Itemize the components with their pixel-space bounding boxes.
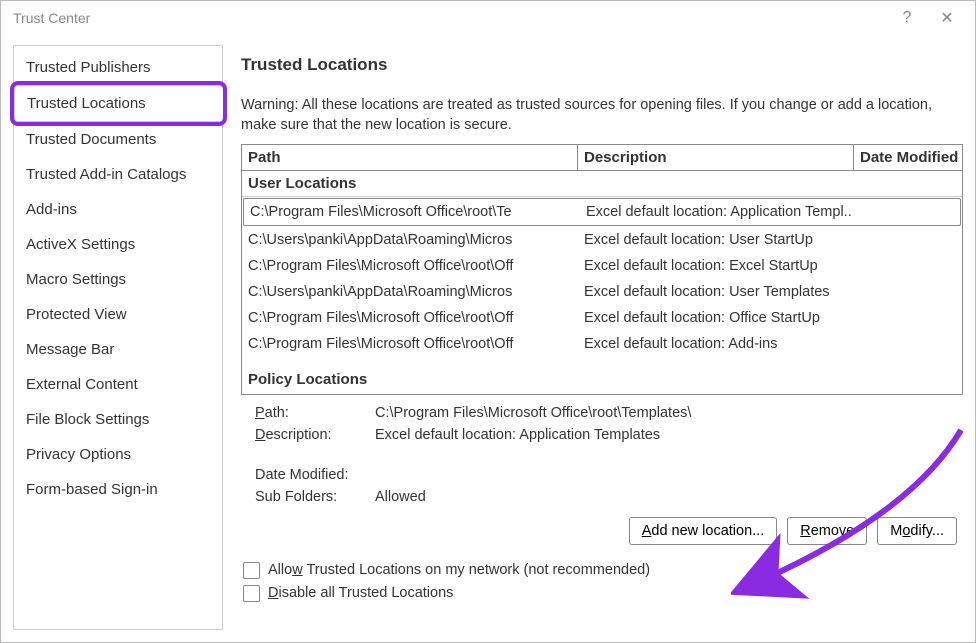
- content-pane: Trusted Locations Warning: All these loc…: [241, 45, 963, 630]
- detail-desc-label: Description:: [255, 427, 375, 443]
- col-header-path[interactable]: Path: [242, 145, 578, 170]
- checkbox-icon[interactable]: [243, 585, 260, 602]
- allow-network-label: Allow Trusted Locations on my network (n…: [268, 562, 650, 578]
- remove-button[interactable]: Remove: [787, 517, 867, 545]
- sidebar-item-message-bar[interactable]: Message Bar: [14, 332, 222, 367]
- table-row[interactable]: C:\Program Files\Microsoft Office\root\O…: [242, 305, 962, 331]
- table-header: Path Description Date Modified: [242, 145, 962, 171]
- disable-all-label: Disable all Trusted Locations: [268, 585, 453, 601]
- detail-path-label: Path:: [255, 405, 375, 421]
- cell-desc: Excel default location: User Templates: [578, 279, 854, 305]
- cell-path: C:\Program Files\Microsoft Office\root\T…: [244, 199, 580, 225]
- sidebar-item-protected-view[interactable]: Protected View: [14, 297, 222, 332]
- table-row[interactable]: C:\Users\panki\AppData\Roaming\Micros Ex…: [242, 279, 962, 305]
- table-row[interactable]: C:\Program Files\Microsoft Office\root\O…: [242, 253, 962, 279]
- cell-path: C:\Users\panki\AppData\Roaming\Micros: [242, 279, 578, 305]
- cell-path: C:\Users\panki\AppData\Roaming\Micros: [242, 227, 578, 253]
- sidebar: Trusted Publishers Trusted Locations Tru…: [13, 45, 223, 630]
- cell-desc: Excel default location: Office StartUp: [578, 305, 854, 331]
- titlebar: Trust Center ? ✕: [1, 1, 975, 35]
- cell-date: [854, 305, 962, 331]
- sidebar-item-form-based-signin[interactable]: Form-based Sign-in: [14, 472, 222, 507]
- detail-subfolders-label: Sub Folders:: [255, 489, 375, 505]
- sidebar-item-add-ins[interactable]: Add-ins: [14, 192, 222, 227]
- table-row[interactable]: C:\Program Files\Microsoft Office\root\T…: [243, 198, 961, 226]
- warning-text: Warning: All these locations are treated…: [241, 95, 963, 136]
- page-title: Trusted Locations: [241, 55, 963, 75]
- cell-desc: Excel default location: Add-ins: [578, 331, 854, 357]
- cell-desc: Excel default location: Excel StartUp: [578, 253, 854, 279]
- checkbox-icon[interactable]: [243, 562, 260, 579]
- sidebar-item-macro-settings[interactable]: Macro Settings: [14, 262, 222, 297]
- detail-date-value: [375, 467, 963, 483]
- add-new-location-button[interactable]: Add new location...: [629, 517, 778, 545]
- location-details: Path: C:\Program Files\Microsoft Office\…: [241, 395, 963, 505]
- section-user-locations: User Locations: [242, 171, 962, 197]
- cell-date: [854, 331, 962, 357]
- close-icon[interactable]: ✕: [927, 1, 967, 35]
- sidebar-item-trusted-addin-catalogs[interactable]: Trusted Add-in Catalogs: [14, 157, 222, 192]
- modify-button[interactable]: Modify...: [877, 517, 957, 545]
- cell-path: C:\Program Files\Microsoft Office\root\O…: [242, 305, 578, 331]
- sidebar-item-trusted-locations[interactable]: Trusted Locations: [14, 85, 223, 122]
- table-row[interactable]: C:\Users\panki\AppData\Roaming\Micros Ex…: [242, 227, 962, 253]
- cell-date: [854, 227, 962, 253]
- locations-table: Path Description Date Modified User Loca…: [241, 144, 963, 395]
- cell-date: [854, 279, 962, 305]
- cell-date: [852, 199, 960, 225]
- sidebar-item-privacy-options[interactable]: Privacy Options: [14, 437, 222, 472]
- col-header-description[interactable]: Description: [578, 145, 854, 170]
- detail-path-value: C:\Program Files\Microsoft Office\root\T…: [375, 405, 963, 421]
- table-row[interactable]: C:\Program Files\Microsoft Office\root\O…: [242, 331, 962, 357]
- detail-desc-value: Excel default location: Application Temp…: [375, 427, 963, 443]
- sidebar-item-activex-settings[interactable]: ActiveX Settings: [14, 227, 222, 262]
- window-title: Trust Center: [13, 10, 90, 26]
- cell-date: [854, 253, 962, 279]
- help-icon[interactable]: ?: [887, 1, 927, 35]
- section-policy-locations: Policy Locations: [242, 357, 962, 394]
- detail-date-label: Date Modified:: [255, 467, 375, 483]
- detail-subfolders-value: Allowed: [375, 489, 963, 505]
- cell-path: C:\Program Files\Microsoft Office\root\O…: [242, 331, 578, 357]
- cell-path: C:\Program Files\Microsoft Office\root\O…: [242, 253, 578, 279]
- disable-all-checkbox-row[interactable]: Disable all Trusted Locations: [241, 582, 963, 605]
- cell-desc: Excel default location: User StartUp: [578, 227, 854, 253]
- col-header-date[interactable]: Date Modified: [854, 145, 962, 170]
- trust-center-dialog: Trust Center ? ✕ Trusted Publishers Trus…: [0, 0, 976, 643]
- sidebar-item-trusted-documents[interactable]: Trusted Documents: [14, 122, 222, 157]
- sidebar-item-external-content[interactable]: External Content: [14, 367, 222, 402]
- sidebar-item-trusted-publishers[interactable]: Trusted Publishers: [14, 50, 222, 85]
- sidebar-item-file-block-settings[interactable]: File Block Settings: [14, 402, 222, 437]
- allow-network-checkbox-row[interactable]: Allow Trusted Locations on my network (n…: [241, 559, 963, 582]
- cell-desc: Excel default location: Application Temp…: [580, 199, 852, 225]
